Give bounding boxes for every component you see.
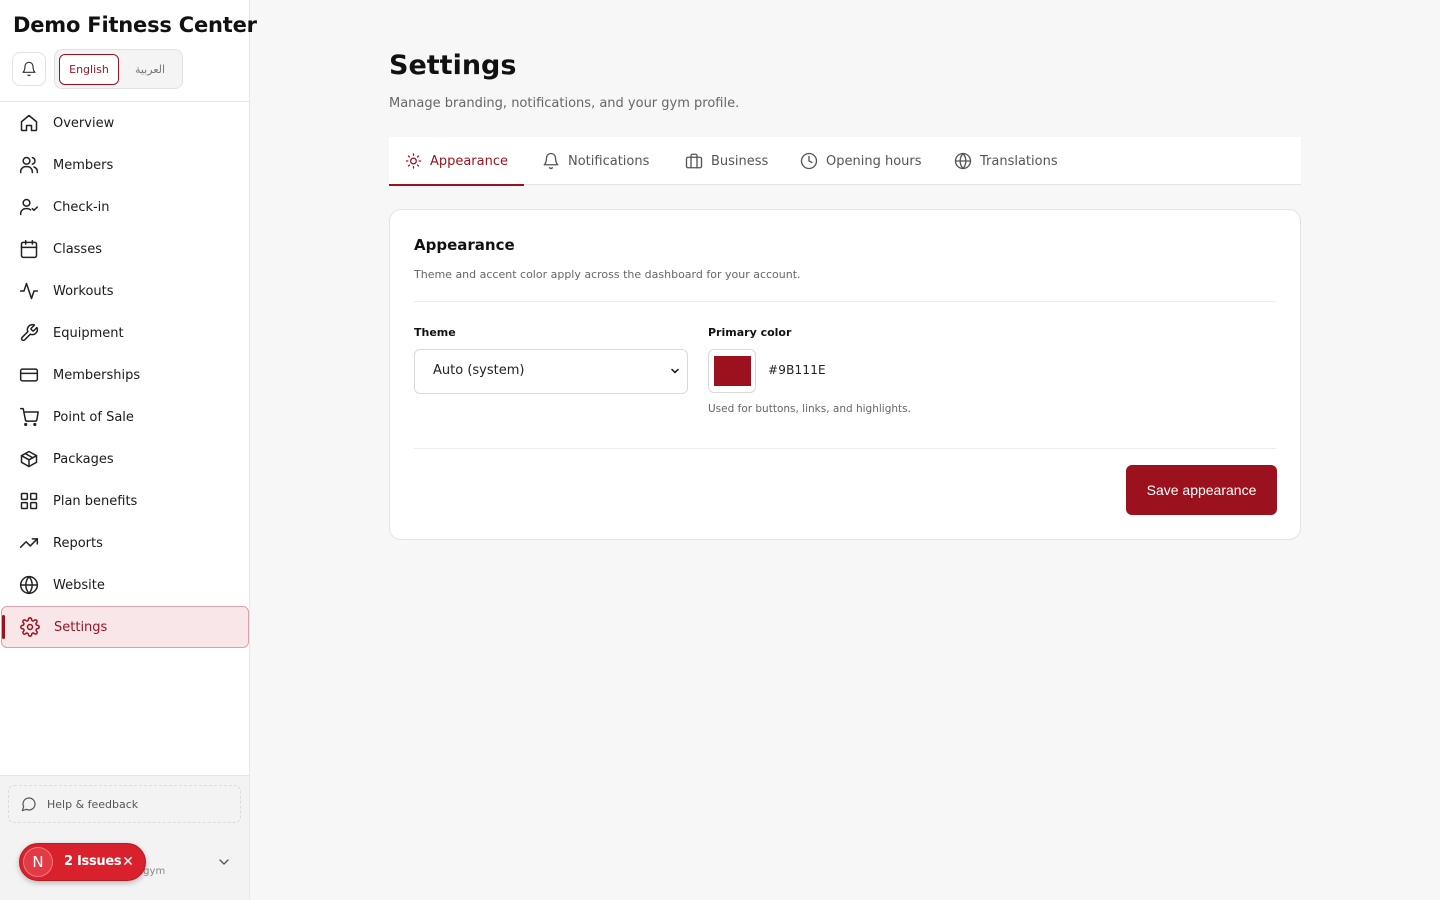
sidebar-item-label: Equipment (53, 325, 124, 341)
bell-icon (543, 152, 559, 170)
sidebar-item-label: Members (53, 157, 114, 173)
sidebar-item-plan-benefits[interactable]: Plan benefits (0, 480, 249, 522)
tab-label: Translations (980, 153, 1058, 169)
primary-color-label: Primary color (708, 326, 792, 339)
tab-appearance[interactable]: Appearance (389, 137, 524, 186)
home-icon (20, 114, 38, 132)
activity-icon (19, 282, 39, 300)
bell-icon (22, 61, 36, 77)
sidebar-item-label: Point of Sale (53, 409, 134, 425)
lang-arabic-button[interactable]: العربية (121, 54, 179, 85)
card-description: Theme and accent color apply across the … (414, 268, 801, 281)
user-check-icon (19, 198, 39, 216)
primary-color-hint: Used for buttons, links, and highlights. (708, 403, 911, 415)
tab-opening-hours[interactable]: Opening hours (800, 137, 922, 185)
language-switcher: English العربية (54, 49, 183, 89)
issues-badge[interactable]: N 2 Issues ✕ (19, 843, 146, 881)
theme-select[interactable]: Auto (system) (414, 349, 688, 394)
page-subtitle: Manage branding, notifications, and your… (389, 96, 740, 111)
sidebar-item-label: Memberships (53, 367, 141, 383)
tab-label: Business (711, 153, 769, 169)
sidebar-item-label: Settings (54, 619, 108, 635)
issues-count-label: 2 Issues (64, 854, 122, 869)
settings-tabs: Appearance Notifications Business Openin… (389, 137, 1301, 186)
cart-icon (19, 407, 39, 427)
sidebar-item-label: Website (53, 577, 105, 593)
users-icon (19, 156, 39, 174)
credit-card-icon (19, 368, 39, 382)
sidebar-item-point-of-sale[interactable]: Point of Sale (0, 396, 249, 438)
sun-icon (405, 153, 422, 169)
help-feedback-label: Help & feedback (47, 797, 139, 811)
tab-label: Notifications (568, 153, 650, 169)
color-swatch (714, 356, 751, 386)
page-title: Settings (389, 50, 517, 81)
primary-color-hex[interactable]: #9B111E (768, 363, 826, 377)
package-icon (20, 450, 38, 468)
tab-label: Opening hours (826, 153, 922, 169)
sidebar-item-reports[interactable]: Reports (0, 522, 249, 564)
card-title: Appearance (414, 236, 515, 254)
close-icon[interactable]: ✕ (121, 853, 135, 871)
lang-english-button[interactable]: English (59, 54, 119, 85)
sidebar-item-memberships[interactable]: Memberships (0, 354, 249, 396)
notifications-button[interactable] (12, 52, 46, 86)
sidebar-item-check-in[interactable]: Check-in (0, 186, 249, 228)
message-circle-icon (21, 797, 36, 812)
sidebar: Demo Fitness Center English العربية Over… (0, 0, 257, 900)
sidebar-item-label: Reports (53, 535, 103, 551)
wrench-icon (20, 323, 39, 342)
card-divider (414, 301, 1276, 302)
calendar-icon (20, 239, 38, 259)
grid-icon (20, 492, 38, 510)
sidebar-item-label: Workouts (53, 283, 114, 299)
tab-translations[interactable]: Translations (954, 137, 1058, 185)
trending-up-icon (19, 538, 39, 548)
tab-notifications[interactable]: Notifications (542, 137, 649, 185)
card-divider (414, 448, 1276, 449)
sidebar-item-equipment[interactable]: Equipment (0, 312, 249, 354)
globe-icon (19, 575, 39, 595)
clock-icon (800, 152, 818, 170)
gear-icon (20, 617, 40, 637)
tab-label: Appearance (429, 153, 508, 169)
briefcase-icon (685, 153, 703, 169)
sidebar-item-overview[interactable]: Overview (0, 102, 249, 144)
chevron-down-icon (671, 368, 679, 374)
globe-icon (954, 152, 972, 170)
sidebar-item-classes[interactable]: Classes (0, 228, 249, 270)
sidebar-item-website[interactable]: Website (0, 564, 249, 606)
theme-select-value: Auto (system) (433, 363, 525, 378)
sidebar-item-label: Packages (53, 451, 114, 467)
sidebar-item-members[interactable]: Members (0, 144, 249, 186)
sidebar-item-label: Overview (53, 115, 115, 131)
appearance-card: Appearance Theme and accent color apply … (389, 209, 1301, 540)
sidebar-item-label: Classes (53, 241, 102, 257)
tab-business[interactable]: Business (685, 137, 768, 185)
brand-title: Demo Fitness Center (13, 13, 257, 37)
sidebar-item-label: Check-in (53, 199, 110, 215)
sidebar-item-label: Plan benefits (53, 493, 138, 509)
issues-avatar: N (23, 847, 53, 877)
sidebar-item-settings[interactable]: Settings (1, 606, 249, 648)
save-appearance-button[interactable]: Save appearance (1126, 465, 1277, 515)
help-feedback-button[interactable]: Help & feedback (8, 785, 241, 823)
color-picker[interactable] (708, 349, 756, 393)
chevron-down-icon[interactable] (216, 854, 232, 870)
theme-label: Theme (414, 326, 456, 339)
sidebar-item-workouts[interactable]: Workouts (0, 270, 249, 312)
sidebar-footer: Help & feedback .gym (0, 775, 249, 900)
sidebar-item-packages[interactable]: Packages (0, 438, 249, 480)
